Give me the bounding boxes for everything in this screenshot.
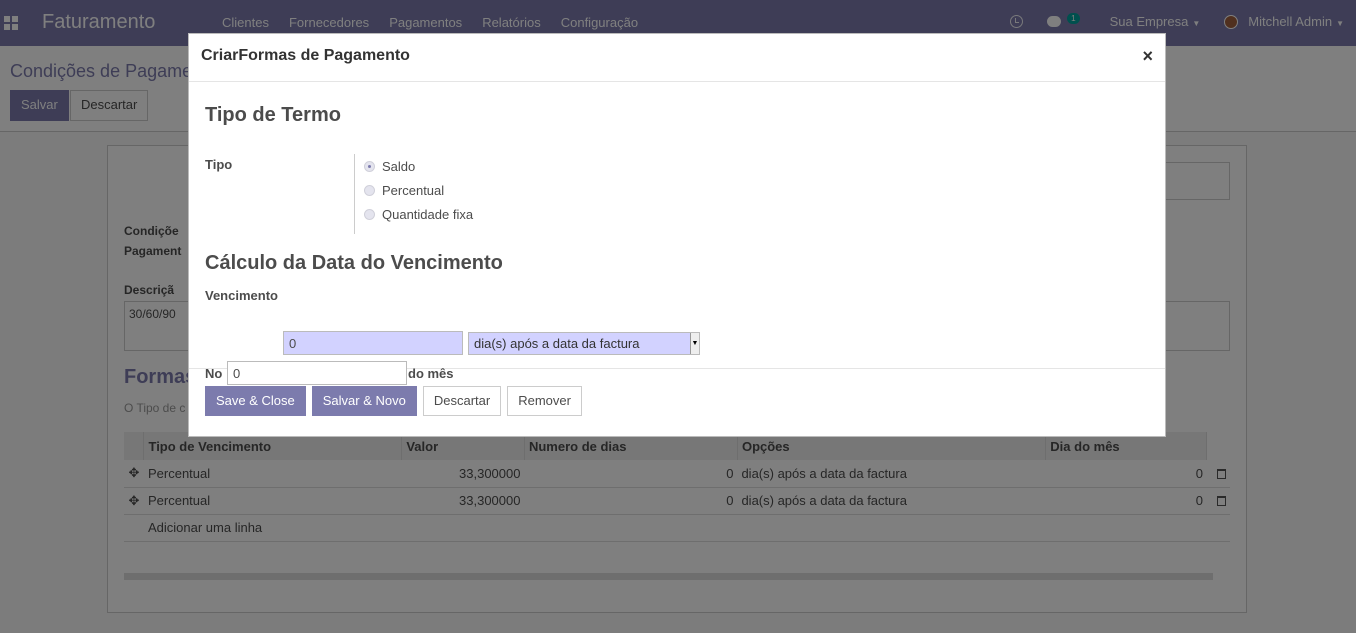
radio-label: Percentual <box>382 182 445 198</box>
select-value: dia(s) após a data da factura <box>474 336 640 351</box>
modal-title: CriarFormas de Pagamento <box>201 47 410 64</box>
dropdown-arrow-icon[interactable]: ▼ <box>690 333 699 354</box>
tipo-label: Tipo <box>205 157 233 172</box>
radio-label: Saldo <box>382 158 416 174</box>
do-mes-label: do mês <box>408 366 454 381</box>
radio-button-checked[interactable] <box>364 160 375 172</box>
radio-label: Quantidade fixa <box>382 206 474 222</box>
vencimento-label: Vencimento <box>205 288 278 303</box>
tipo-radio-group: Saldo Percentual Quantidade fixa <box>354 154 554 234</box>
day-of-month-input[interactable] <box>227 361 407 385</box>
radio-option-quantidade-fixa[interactable]: Quantidade fixa <box>364 202 554 226</box>
vencimento-option-select[interactable]: dia(s) após a data da factura ▼ <box>468 332 700 355</box>
save-close-button[interactable]: Save & Close <box>205 386 306 416</box>
radio-option-saldo[interactable]: Saldo <box>364 154 554 178</box>
modal-header: CriarFormas de Pagamento × <box>189 34 1165 82</box>
section-title-tipo-termo: Tipo de Termo <box>205 104 341 126</box>
remove-button[interactable]: Remover <box>507 386 582 416</box>
payment-term-line-dialog: CriarFormas de Pagamento × Tipo de Termo… <box>188 33 1166 437</box>
vencimento-days-input[interactable] <box>283 331 463 355</box>
save-new-button[interactable]: Salvar & Novo <box>311 386 417 416</box>
modal-footer: Save & Close Salvar & Novo Descartar Rem… <box>205 386 582 416</box>
radio-button[interactable] <box>364 208 375 220</box>
modal-body: Tipo de Termo Tipo Saldo Percentual Quan… <box>189 82 1165 385</box>
radio-option-percentual[interactable]: Percentual <box>364 178 554 202</box>
radio-button[interactable] <box>364 184 375 196</box>
discard-button[interactable]: Descartar <box>422 386 502 416</box>
no-label: No <box>205 366 223 381</box>
close-icon[interactable]: × <box>1142 46 1153 67</box>
section-title-calculo: Cálculo da Data do Vencimento <box>205 252 503 274</box>
